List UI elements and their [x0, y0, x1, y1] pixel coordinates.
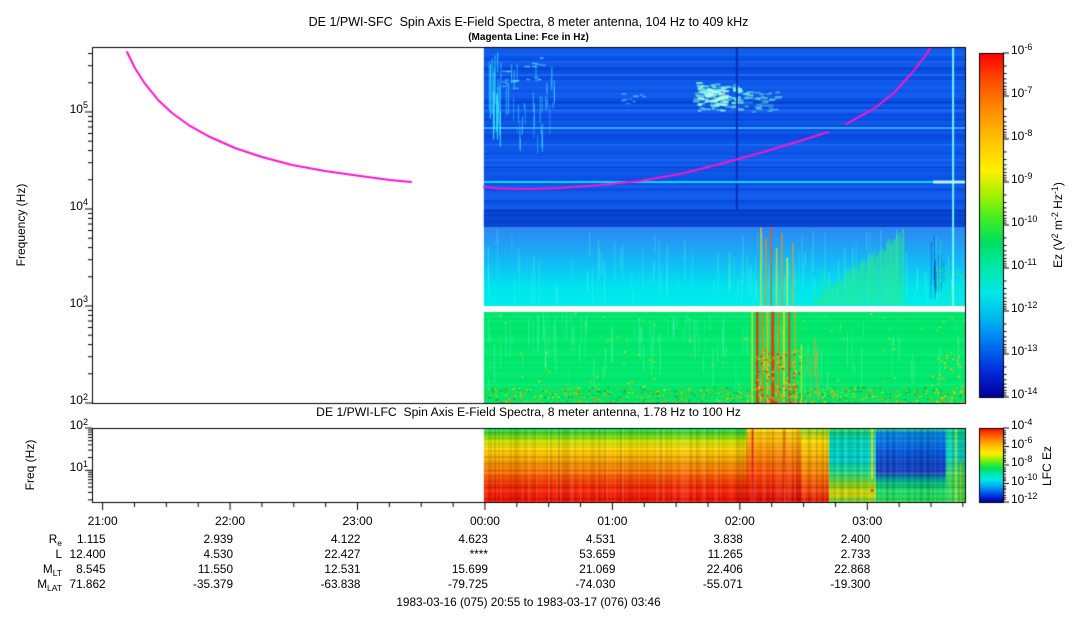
table-cell: 12.400 — [69, 547, 106, 561]
sfc-y-tick-label: 104 — [69, 197, 88, 213]
lfc-colorbar-tick-label: 10-8 — [1011, 453, 1033, 469]
lfc-colorbar-tick-label: 10-10 — [1011, 472, 1038, 488]
lfc-colorbar-tick-label: 10-6 — [1011, 435, 1033, 451]
table-cell: 11.265 — [707, 547, 743, 561]
table-cell: **** — [469, 547, 488, 561]
x-tick-label: 01:00 — [597, 514, 628, 528]
sfc-colorbar-tick-label: 10-13 — [1011, 342, 1038, 358]
sfc-colorbar-label: Ez (V2 m-2 Hz-1) — [1049, 182, 1066, 268]
spectrogram-canvas — [0, 0, 1083, 620]
lfc-colorbar-tick-label: 10-12 — [1011, 490, 1038, 506]
table-cell: -74.030 — [575, 577, 616, 591]
sfc-colorbar-tick-label: 10-6 — [1011, 41, 1033, 57]
table-cell: 11.550 — [197, 562, 234, 576]
sfc-y-axis-label: Frequency (Hz) — [14, 183, 28, 267]
sfc-colorbar-tick-label: 10-8 — [1011, 127, 1033, 143]
table-cell: 22.406 — [706, 562, 743, 576]
table-cell: 4.623 — [458, 532, 488, 546]
sfc-colorbar-tick-label: 10-12 — [1011, 299, 1038, 315]
table-cell: -19.300 — [830, 577, 871, 591]
sfc-colorbar-tick-label: 10-10 — [1011, 213, 1038, 229]
sfc-colorbar-tick-label: 10-14 — [1011, 385, 1038, 401]
x-tick-label: 03:00 — [852, 514, 883, 528]
spectrogram-page: DE 1/PWI-SFC Spin Axis E-Field Spectra, … — [0, 0, 1083, 620]
x-tick-label: 21:00 — [87, 514, 118, 528]
sfc-colorbar-tick-label: 10-7 — [1011, 84, 1033, 100]
table-cell: 21.069 — [579, 562, 616, 576]
table-cell: -63.838 — [320, 577, 361, 591]
x-tick-label: 02:00 — [724, 514, 755, 528]
x-tick-label: 23:00 — [342, 514, 373, 528]
table-cell: 4.531 — [585, 532, 616, 546]
sfc-y-tick-label: 102 — [69, 391, 88, 407]
x-tick-label: 22:00 — [215, 514, 246, 528]
page-subtitle: (Magenta Line: Fce in Hz) — [468, 32, 589, 43]
lfc-panel-title: DE 1/PWI-LFC Spin Axis E-Field Spectra, … — [316, 405, 741, 419]
sfc-colorbar-tick-label: 10-11 — [1011, 256, 1037, 272]
table-cell: 53.659 — [579, 547, 616, 561]
lfc-y-tick-label: 102 — [69, 416, 88, 432]
lfc-y-axis-label: Freq (Hz) — [23, 439, 37, 491]
page-title: DE 1/PWI-SFC Spin Axis E-Field Spectra, … — [308, 15, 749, 29]
lfc-colorbar-tick-label: 10-4 — [1011, 416, 1033, 432]
table-cell: 1.115 — [76, 532, 106, 546]
table-cell: 4.530 — [203, 547, 234, 561]
lfc-y-tick-label: 101 — [69, 458, 88, 475]
sfc-colorbar-tick-label: 10-9 — [1011, 170, 1033, 186]
table-cell: 3.838 — [713, 532, 743, 546]
table-cell: 2.733 — [840, 547, 871, 561]
table-cell: 71.862 — [69, 577, 106, 591]
table-cell: -79.725 — [447, 577, 488, 591]
table-cell: 2.939 — [203, 532, 234, 546]
table-cell: 15.699 — [451, 562, 488, 576]
table-cell: 2.400 — [840, 532, 871, 546]
table-cell: 22.427 — [324, 547, 361, 561]
sfc-y-tick-label: 103 — [69, 294, 88, 310]
lfc-colorbar-label: LFC Ez — [1040, 445, 1054, 487]
table-cell: 22.868 — [834, 562, 871, 576]
table-cell: -35.379 — [193, 577, 234, 591]
table-cell: 12.531 — [324, 562, 361, 576]
table-cell: 4.122 — [330, 532, 361, 546]
table-cell: -55.071 — [702, 577, 743, 591]
time-range-footer: 1983-03-16 (075) 20:55 to 1983-03-17 (07… — [396, 595, 661, 609]
table-cell: 8.545 — [76, 562, 106, 576]
sfc-y-tick-label: 105 — [69, 100, 88, 116]
x-tick-label: 00:00 — [469, 514, 500, 528]
